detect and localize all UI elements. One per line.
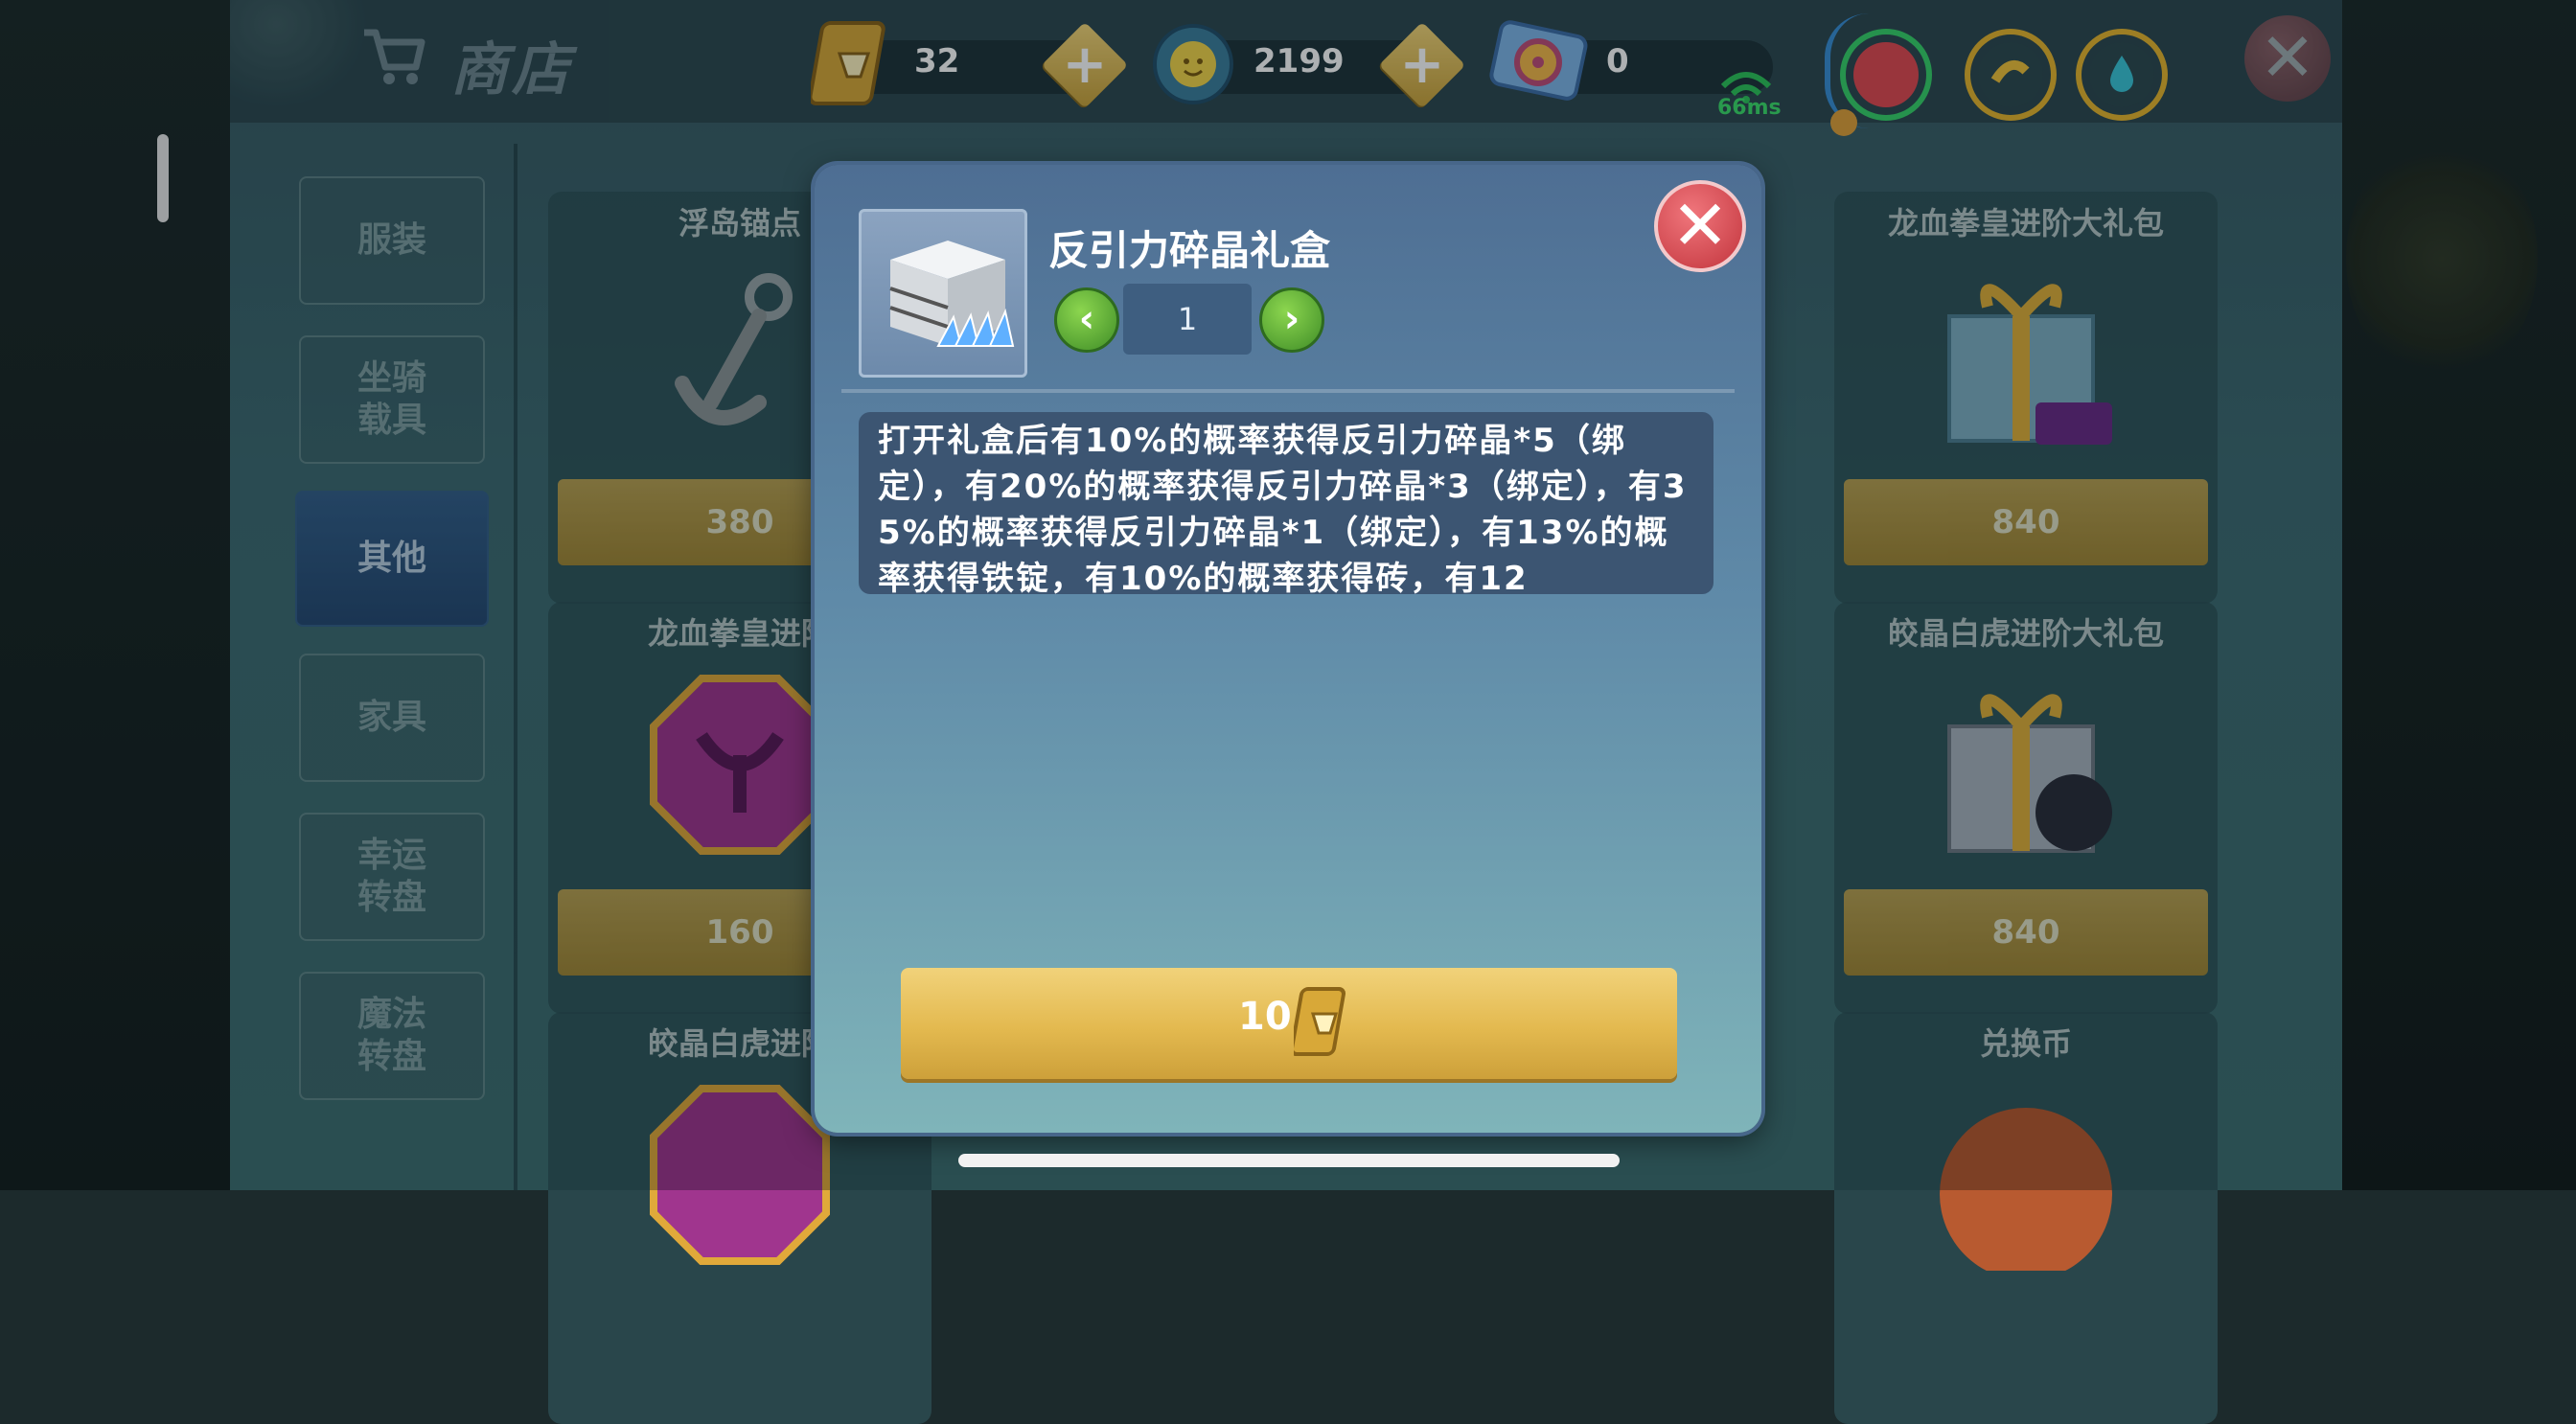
home-indicator — [958, 1154, 1620, 1167]
description-box[interactable]: 打开礼盒后有10%的概率获得反引力碎晶*5（绑定），有20%的概率获得反引力碎晶… — [859, 412, 1714, 598]
gift-box-icon — [889, 241, 1015, 347]
item-thumbnail — [859, 209, 1027, 378]
close-dialog-button[interactable]: ✕ — [1654, 180, 1746, 272]
close-icon: ✕ — [1670, 185, 1730, 265]
quantity-value: 1 — [1177, 301, 1198, 337]
item-description: 打开礼盒后有10%的概率获得反引力碎晶*5（绑定），有20%的概率获得反引力碎晶… — [878, 422, 1688, 598]
gem-currency-icon — [1294, 987, 1346, 1056]
buy-button[interactable]: 10 — [901, 968, 1677, 1079]
chevron-left-icon: ‹ — [1078, 297, 1095, 341]
quantity-field[interactable]: 1 — [1123, 284, 1252, 355]
divider — [841, 389, 1735, 393]
increase-quantity-button[interactable]: › — [1259, 287, 1324, 353]
decrease-quantity-button[interactable]: ‹ — [1054, 287, 1119, 353]
chevron-right-icon: › — [1283, 297, 1300, 341]
item-detail-dialog: 反引力碎晶礼盒 ‹ 1 › ✕ 打开礼盒后有10%的概率获得反引力碎晶*5（绑定… — [815, 165, 1761, 1133]
buy-price: 10 — [1238, 995, 1292, 1039]
item-name: 反引力碎晶礼盒 — [1048, 227, 1331, 274]
